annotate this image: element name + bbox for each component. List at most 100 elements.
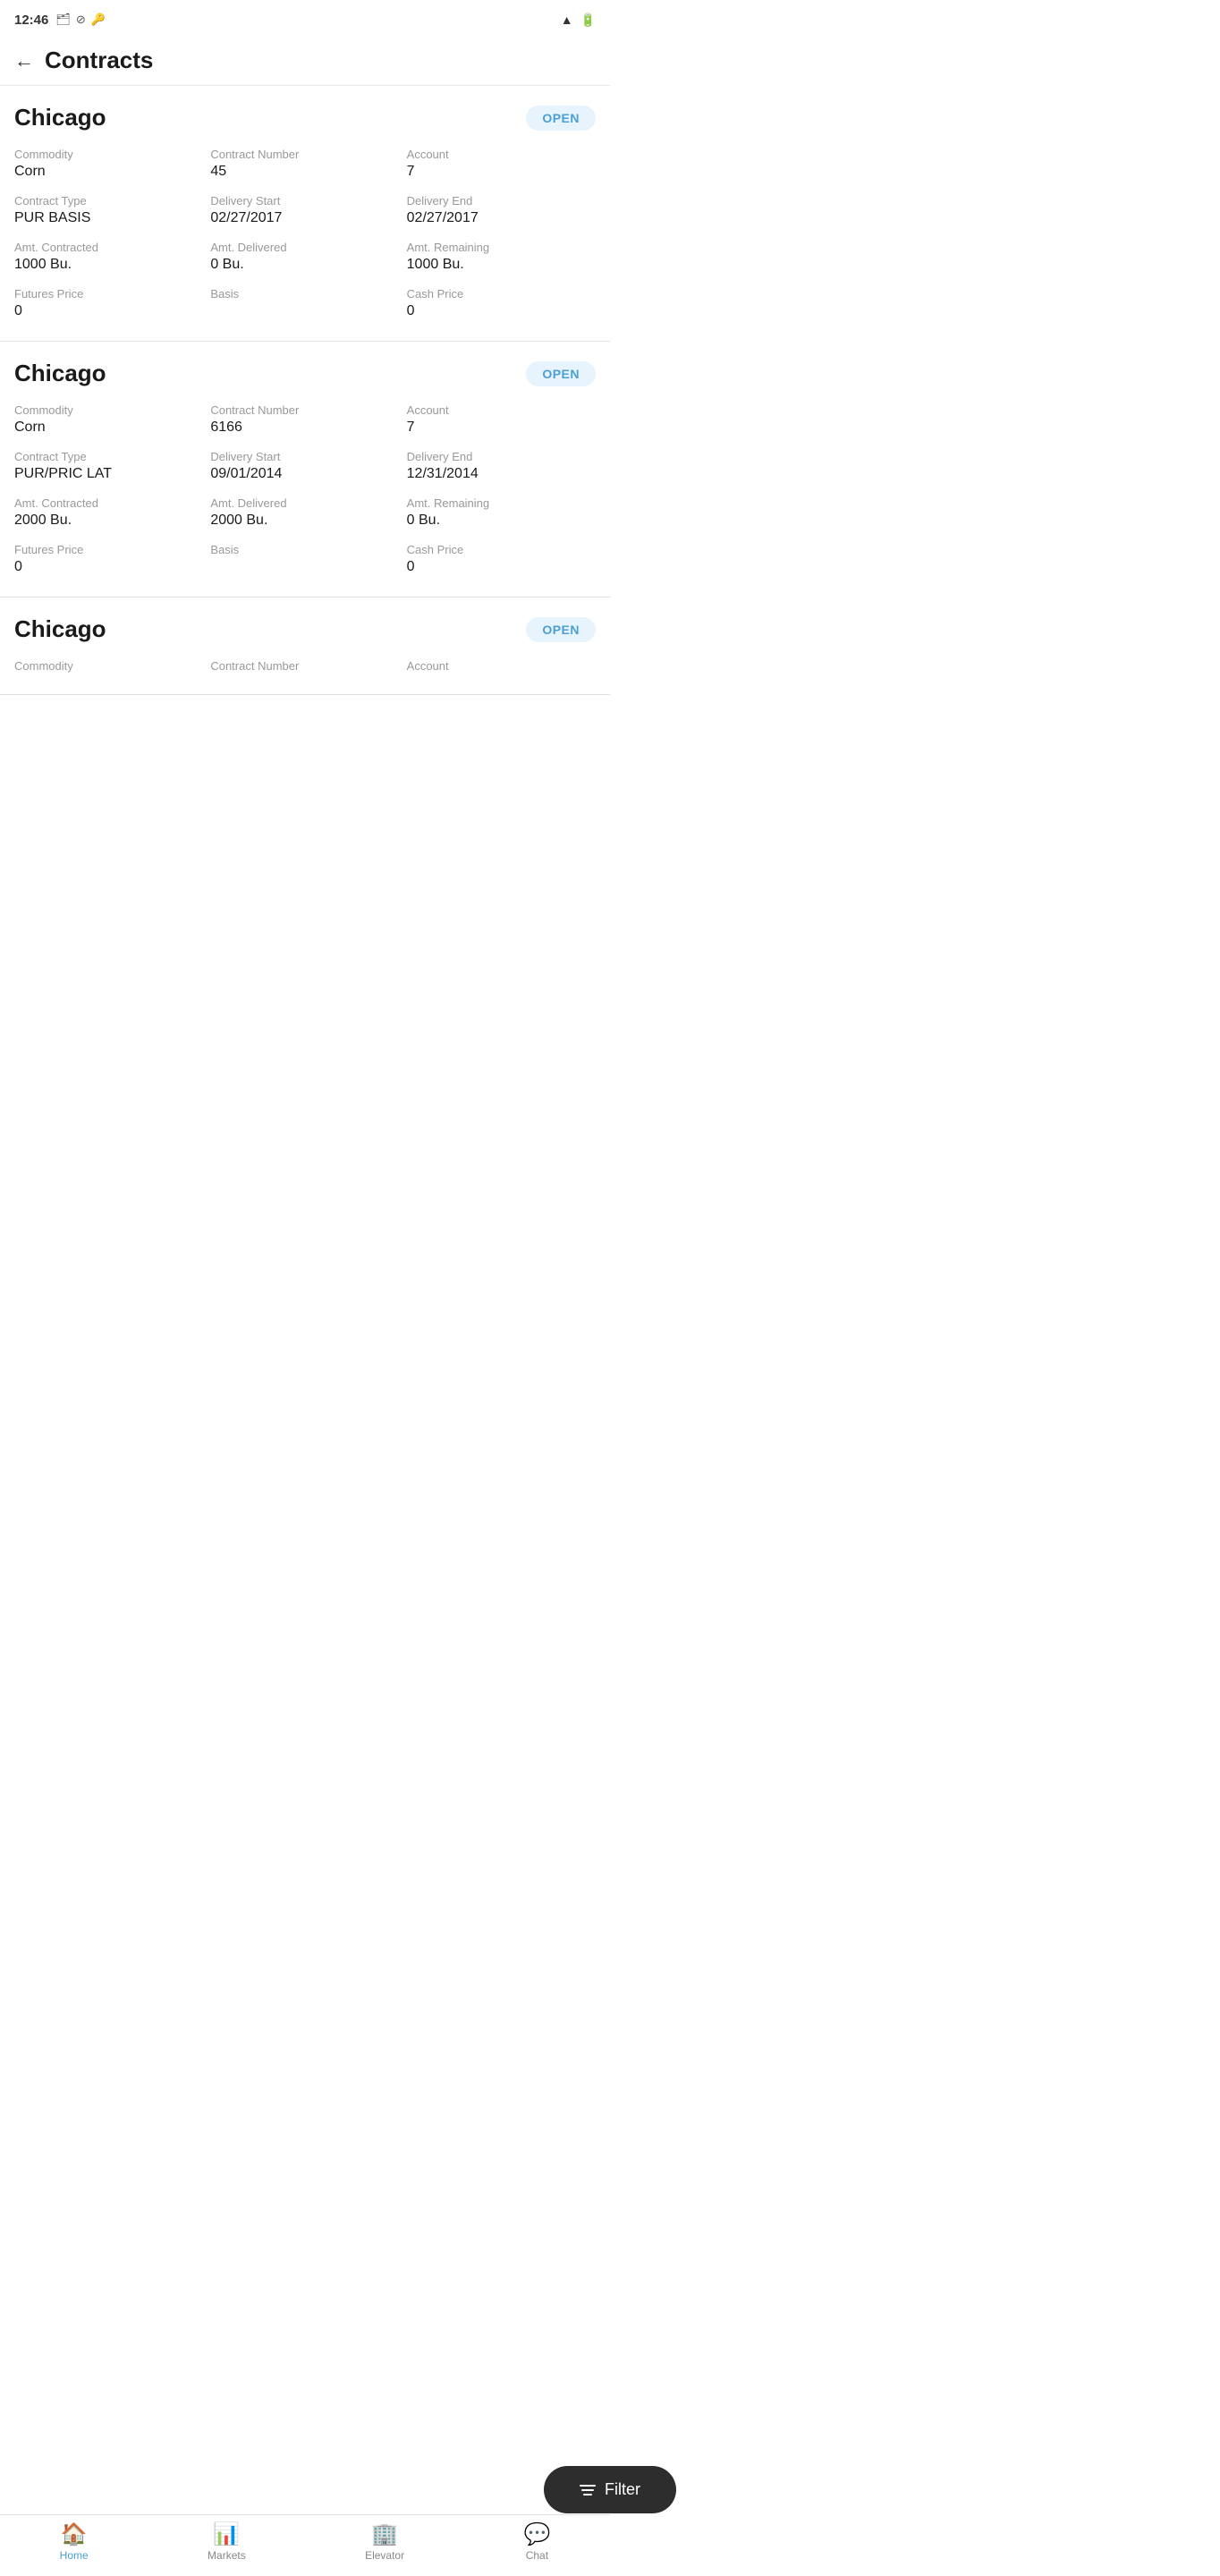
location-name-1: Chicago	[14, 104, 106, 131]
amt-delivered-value-2: 2000 Bu.	[210, 513, 399, 529]
delivery-end-value-2: 12/31/2014	[407, 466, 596, 482]
amt-contracted-label-1: Amt. Contracted	[14, 241, 203, 254]
nav-elevator[interactable]: 🏢 Elevator	[365, 2524, 404, 2562]
account-label-2: Account	[407, 403, 596, 417]
nav-chat[interactable]: 💬 Chat	[523, 2524, 550, 2562]
home-icon: 🏠	[61, 2524, 88, 2546]
nav-chat-label: Chat	[526, 2549, 548, 2562]
key-icon: 🔑	[91, 13, 106, 27]
cash-price-label-2: Cash Price	[407, 543, 596, 556]
account-value-1: 7	[407, 164, 596, 180]
page-title: Contracts	[45, 47, 153, 74]
commodity-value-1: Corn	[14, 164, 203, 180]
delivery-end-value-1: 02/27/2017	[407, 210, 596, 226]
commodity-value-2: Corn	[14, 419, 203, 436]
nav-markets-label: Markets	[208, 2549, 246, 2562]
amt-remaining-group-1: Amt. Remaining 1000 Bu.	[407, 241, 596, 273]
card-header-1: Chicago OPEN	[14, 104, 596, 131]
account-label-1: Account	[407, 148, 596, 161]
account-label-3: Account	[407, 659, 596, 673]
status-right: ▲ 🔋	[561, 13, 596, 28]
basis-label-2: Basis	[210, 543, 399, 556]
card-header-3: Chicago OPEN	[14, 615, 596, 643]
delivery-start-value-2: 09/01/2014	[210, 466, 399, 482]
fields-grid-3: Commodity Contract Number Account	[14, 659, 596, 673]
amt-contracted-value-1: 1000 Bu.	[14, 257, 203, 273]
nav-markets[interactable]: 📊 Markets	[208, 2524, 246, 2562]
contract-number-label-3: Contract Number	[210, 659, 399, 673]
fields-grid-2: Commodity Corn Contract Number 6166 Acco…	[14, 403, 596, 575]
futures-price-value-1: 0	[14, 303, 203, 319]
amt-contracted-group-1: Amt. Contracted 1000 Bu.	[14, 241, 203, 273]
status-system-icons: 🗂 ⊘ 🔑	[55, 13, 106, 27]
amt-delivered-label-2: Amt. Delivered	[210, 496, 399, 510]
elevator-icon: 🏢	[371, 2524, 398, 2546]
account-group-2: Account 7	[407, 403, 596, 436]
amt-delivered-label-1: Amt. Delivered	[210, 241, 399, 254]
filter-label: Filter	[605, 2480, 640, 2499]
account-group-3: Account	[407, 659, 596, 673]
contract-card-3: Chicago OPEN Commodity Contract Number A…	[0, 597, 610, 695]
commodity-label-2: Commodity	[14, 403, 203, 417]
location-name-2: Chicago	[14, 360, 106, 387]
nav-home-label: Home	[60, 2549, 89, 2562]
futures-price-group-1: Futures Price 0	[14, 287, 203, 319]
delivery-end-group-1: Delivery End 02/27/2017	[407, 194, 596, 226]
commodity-label-1: Commodity	[14, 148, 203, 161]
delivery-start-value-1: 02/27/2017	[210, 210, 399, 226]
commodity-group-1: Commodity Corn	[14, 148, 203, 180]
delivery-start-label-1: Delivery Start	[210, 194, 399, 208]
wifi-icon: ▲	[561, 13, 573, 27]
contract-card-2: Chicago OPEN Commodity Corn Contract Num…	[0, 342, 610, 597]
bottom-nav: 🏠 Home 📊 Markets 🏢 Elevator 💬 Chat	[0, 2514, 610, 2576]
commodity-group-2: Commodity Corn	[14, 403, 203, 436]
cash-price-group-2: Cash Price 0	[407, 543, 596, 575]
fields-grid-1: Commodity Corn Contract Number 45 Accoun…	[14, 148, 596, 319]
status-bar: 12:46 🗂 ⊘ 🔑 ▲ 🔋	[0, 0, 610, 36]
filter-button[interactable]: Filter	[544, 2466, 676, 2513]
contract-type-label-2: Contract Type	[14, 450, 203, 463]
contract-list: Chicago OPEN Commodity Corn Contract Num…	[0, 86, 610, 784]
contract-type-value-2: PUR/PRIC LAT	[14, 466, 203, 482]
delivery-end-label-2: Delivery End	[407, 450, 596, 463]
commodity-group-3: Commodity	[14, 659, 203, 673]
amt-contracted-value-2: 2000 Bu.	[14, 513, 203, 529]
contract-number-group-3: Contract Number	[210, 659, 399, 673]
contract-number-group-1: Contract Number 45	[210, 148, 399, 180]
account-value-2: 7	[407, 419, 596, 436]
delivery-end-label-1: Delivery End	[407, 194, 596, 208]
nav-home[interactable]: 🏠 Home	[60, 2524, 89, 2562]
delivery-start-group-2: Delivery Start 09/01/2014	[210, 450, 399, 482]
futures-price-value-2: 0	[14, 559, 203, 575]
back-button[interactable]: ←	[14, 49, 34, 72]
amt-remaining-label-1: Amt. Remaining	[407, 241, 596, 254]
amt-remaining-label-2: Amt. Remaining	[407, 496, 596, 510]
contract-type-label-1: Contract Type	[14, 194, 203, 208]
markets-icon: 📊	[213, 2524, 240, 2546]
chat-icon: 💬	[523, 2524, 550, 2546]
contract-type-group-2: Contract Type PUR/PRIC LAT	[14, 450, 203, 482]
amt-delivered-group-2: Amt. Delivered 2000 Bu.	[210, 496, 399, 529]
futures-price-group-2: Futures Price 0	[14, 543, 203, 575]
status-badge-3: OPEN	[526, 617, 596, 642]
cash-price-value-1: 0	[407, 303, 596, 319]
contract-number-label-1: Contract Number	[210, 148, 399, 161]
amt-remaining-value-1: 1000 Bu.	[407, 257, 596, 273]
contract-number-label-2: Contract Number	[210, 403, 399, 417]
contract-type-group-1: Contract Type PUR BASIS	[14, 194, 203, 226]
amt-contracted-group-2: Amt. Contracted 2000 Bu.	[14, 496, 203, 529]
sim-icon: 🗂	[55, 13, 71, 27]
amt-delivered-value-1: 0 Bu.	[210, 257, 399, 273]
amt-delivered-group-1: Amt. Delivered 0 Bu.	[210, 241, 399, 273]
contract-type-value-1: PUR BASIS	[14, 210, 203, 226]
cash-price-label-1: Cash Price	[407, 287, 596, 301]
page-header: ← Contracts	[0, 36, 610, 86]
filter-icon	[580, 2485, 596, 2496]
delivery-end-group-2: Delivery End 12/31/2014	[407, 450, 596, 482]
futures-price-label-2: Futures Price	[14, 543, 203, 556]
filter-overlay: Filter	[544, 2466, 676, 2513]
nav-icon-status: ⊘	[76, 13, 86, 27]
nav-elevator-label: Elevator	[365, 2549, 404, 2562]
basis-group-2: Basis	[210, 543, 399, 575]
status-time: 12:46	[14, 13, 48, 28]
